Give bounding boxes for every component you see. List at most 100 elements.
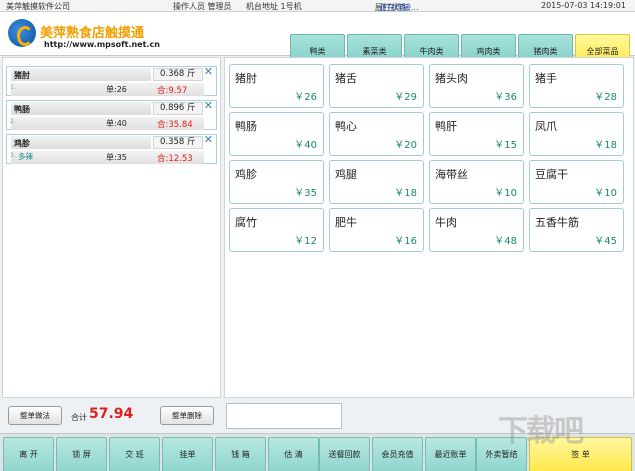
dish-price: ￥20	[394, 140, 417, 151]
remove-item-icon[interactable]: ✕	[204, 100, 213, 112]
qty-value: 0.358	[160, 137, 185, 147]
dish-name: 猪手	[535, 72, 557, 85]
recent-bills-button[interactable]: 最近账单	[425, 437, 476, 471]
sold-out-button[interactable]: 估 清	[268, 437, 319, 471]
dish-button[interactable]: 鸭心 ￥20	[329, 112, 424, 156]
dish-name: 鸭肠	[235, 120, 257, 133]
company-name: 美萍触摸软件公司	[6, 2, 70, 11]
dish-price: ￥10	[594, 188, 617, 199]
qty-unit: 斤	[187, 137, 196, 147]
header: 美萍熟食店触摸通 http://www.mpsoft.net.cn 鸭类 素菜类…	[0, 12, 635, 67]
dish-name: 腐竹	[235, 216, 257, 229]
dish-name: 豆腐干	[535, 168, 568, 181]
order-item-total: 合:12.53	[157, 154, 193, 164]
dish-price: ￥45	[594, 236, 617, 247]
order-item-total: 合:35.84	[157, 120, 193, 130]
dish-button[interactable]: 海带丝 ￥10	[429, 160, 524, 204]
dish-button[interactable]: 鸡腿 ￥18	[329, 160, 424, 204]
dish-button[interactable]: 豆腐干 ￥10	[529, 160, 624, 204]
hold-order-button[interactable]: 挂单	[162, 437, 213, 471]
qty-unit: 斤	[187, 103, 196, 113]
machine-address: 机台地址 1号机	[246, 2, 302, 11]
operator-info: 操作人员 管理员	[173, 2, 232, 11]
order-item-name-bar	[11, 68, 151, 81]
order-item-unit-price: 单:40	[106, 119, 127, 128]
order-item-qty[interactable]: 0.368 斤	[153, 68, 203, 81]
brand-logo-icon	[8, 19, 36, 47]
dish-button[interactable]: 肥牛 ￥16	[329, 208, 424, 252]
app-window: 美萍触摸软件公司 操作人员 管理员 机台地址 1号机 厨打状态 正在连接... 2…	[0, 0, 635, 471]
dish-name: 凤爪	[535, 120, 557, 133]
order-item-name: 鸡胗	[14, 139, 30, 148]
dish-name: 鸡腿	[335, 168, 357, 181]
dish-price: ￥28	[594, 92, 617, 103]
order-item[interactable]: 鸡胗 0.358 斤 ✕ 3. 多辣 单:35 合:12.53	[6, 134, 217, 164]
dish-button[interactable]: 猪头肉 ￥36	[429, 64, 524, 108]
dish-price: ￥16	[394, 236, 417, 247]
dish-name: 鸭心	[335, 120, 357, 133]
sum-label: 合计	[71, 413, 87, 422]
exit-button[interactable]: 离 开	[3, 437, 54, 471]
dish-price: ￥26	[294, 92, 317, 103]
order-item-total: 合:9.57	[157, 86, 188, 96]
order-item[interactable]: 猪肘 0.368 斤 ✕ 1. 单:26 合:9.57	[6, 66, 217, 96]
dish-button[interactable]: 五香牛筋 ￥45	[529, 208, 624, 252]
order-item-note: 多辣	[18, 152, 33, 161]
lock-screen-button[interactable]: 锁 屏	[56, 437, 107, 471]
order-note-button[interactable]: 整单做法	[8, 406, 62, 425]
order-item-index: 1.	[10, 84, 16, 91]
dish-button[interactable]: 猪肘 ￥26	[229, 64, 324, 108]
brand-url: http://www.mpsoft.net.cn	[44, 40, 160, 49]
dish-price: ￥15	[494, 140, 517, 151]
dish-price: ￥36	[494, 92, 517, 103]
dish-name: 肥牛	[335, 216, 357, 229]
dish-name: 猪舌	[335, 72, 357, 85]
order-item-name-bar	[11, 102, 151, 115]
dish-button[interactable]: 鸭肠 ￥40	[229, 112, 324, 156]
order-item-index: 2.	[10, 118, 16, 125]
dish-button[interactable]: 猪手 ￥28	[529, 64, 624, 108]
dish-price: ￥18	[594, 140, 617, 151]
order-item[interactable]: 鸭肠 0.896 斤 ✕ 2. 单:40 合:35.84	[6, 100, 217, 130]
dish-price: ￥35	[294, 188, 317, 199]
dish-price: ￥40	[294, 140, 317, 151]
dish-button[interactable]: 凤爪 ￥18	[529, 112, 624, 156]
dish-price: ￥10	[494, 188, 517, 199]
dish-grid: 猪肘 ￥26 猪舌 ￥29 猪头肉 ￥36 猪手 ￥28 鸭肠 ￥40 鸭心 ￥20 鸭肝 ￥…	[224, 57, 634, 398]
order-footer: 整单做法 合计 57.94 整单删除	[2, 400, 221, 430]
clear-order-button[interactable]: 整单删除	[160, 406, 214, 425]
dish-button[interactable]: 牛肉 ￥48	[429, 208, 524, 252]
dish-price: ￥12	[294, 236, 317, 247]
order-item-qty[interactable]: 0.358 斤	[153, 136, 203, 149]
dish-price: ￥18	[394, 188, 417, 199]
dish-button[interactable]: 猪舌 ￥29	[329, 64, 424, 108]
dish-button[interactable]: 腐竹 ￥12	[229, 208, 324, 252]
dish-name: 鸭肝	[435, 120, 457, 133]
order-item-name: 鸭肠	[14, 105, 30, 114]
datetime: 2015-07-03 14:19:01	[541, 1, 626, 10]
dish-button[interactable]: 鸡胗 ￥35	[229, 160, 324, 204]
dish-name: 海带丝	[435, 168, 468, 181]
dish-search-input[interactable]	[226, 403, 342, 429]
dish-name: 鸡胗	[235, 168, 257, 181]
order-list: 猪肘 0.368 斤 ✕ 1. 单:26 合:9.57 鸭肠 0.896 斤 ✕…	[2, 57, 221, 398]
delivery-payment-button[interactable]: 送餐回款	[319, 437, 370, 471]
order-item-name-bar	[11, 136, 151, 149]
qty-value: 0.896	[160, 103, 185, 113]
remove-item-icon[interactable]: ✕	[204, 66, 213, 78]
member-topup-button[interactable]: 会员充值	[372, 437, 423, 471]
dish-button[interactable]: 鸭肝 ￥15	[429, 112, 524, 156]
shift-handover-button[interactable]: 交 班	[109, 437, 160, 471]
dish-name: 牛肉	[435, 216, 457, 229]
sum-value: 57.94	[89, 406, 134, 422]
order-item-qty[interactable]: 0.896 斤	[153, 102, 203, 115]
status-bar: 美萍触摸软件公司 操作人员 管理员 机台地址 1号机 厨打状态 正在连接... 2…	[0, 0, 635, 12]
cash-drawer-button[interactable]: 钱 箱	[215, 437, 266, 471]
remove-item-icon[interactable]: ✕	[204, 134, 213, 146]
order-item-unit-price: 单:26	[106, 85, 127, 94]
brand-title: 美萍熟食店触摸通	[40, 26, 145, 41]
watermark: 下载吧	[498, 414, 584, 449]
dish-price: ￥48	[494, 236, 517, 247]
dish-name: 五香牛筋	[535, 216, 579, 229]
order-item-index: 3.	[10, 152, 16, 159]
